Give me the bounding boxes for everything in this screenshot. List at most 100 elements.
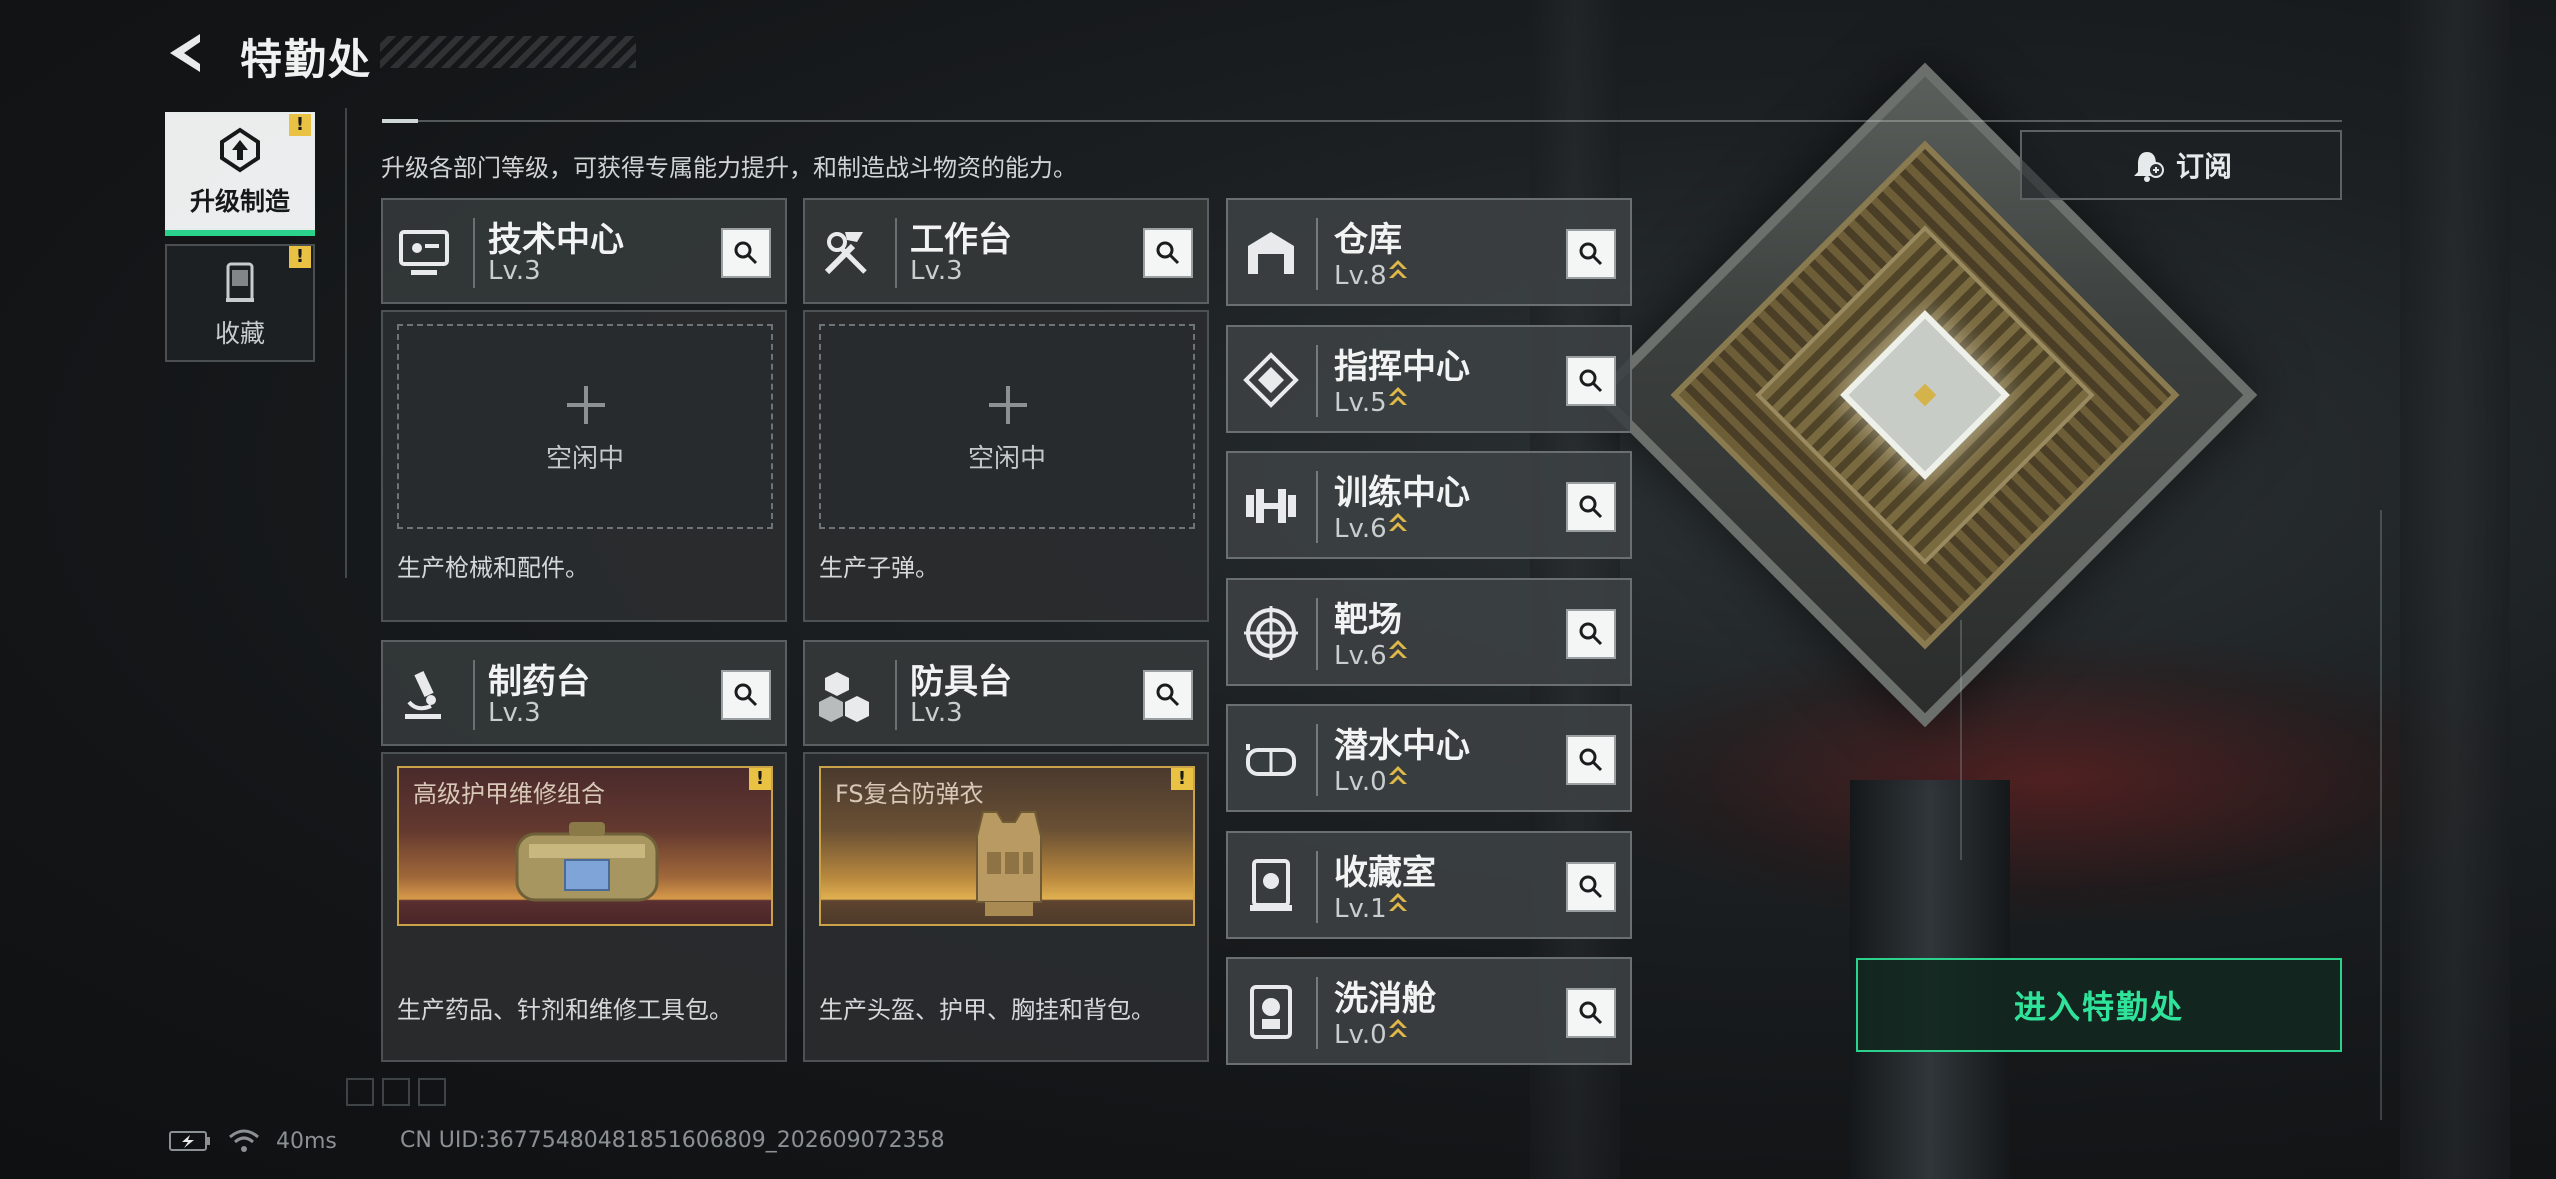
workbench-level: Lv.3 bbox=[488, 256, 541, 286]
nav-label: 升级制造 bbox=[189, 187, 290, 216]
battery-icon bbox=[169, 1131, 210, 1151]
ping-value: 40ms bbox=[276, 1128, 337, 1154]
page-title: 特勤处 bbox=[240, 35, 373, 84]
wifi-icon bbox=[229, 1129, 259, 1152]
room-card[interactable]: 收藏室 Lv.1 bbox=[1226, 830, 1632, 939]
room-card[interactable]: 潜水中心 Lv.0 bbox=[1226, 704, 1632, 812]
intro-text: 升级各部门等级，可获得专属能力提升，和制造战斗物资的能力。 bbox=[381, 154, 1077, 182]
search-button[interactable] bbox=[1566, 861, 1616, 912]
production-item[interactable]: FS复合防弹衣 ! bbox=[819, 766, 1195, 926]
search-icon bbox=[1156, 241, 1180, 265]
title-decoration bbox=[380, 36, 636, 68]
divider bbox=[382, 119, 2342, 123]
armor-repair-kit-icon bbox=[515, 822, 659, 902]
room-level: Lv.5 bbox=[1334, 385, 1409, 418]
workbench-tech-center[interactable]: 技术中心 Lv.3 bbox=[381, 198, 787, 304]
room-card[interactable]: 洗消舱 Lv.0 bbox=[1226, 957, 1632, 1065]
workbench-name: 工作台 bbox=[910, 220, 1012, 260]
room-level: Lv.1 bbox=[1334, 891, 1409, 924]
workbench-name: 技术中心 bbox=[488, 220, 624, 260]
workbench-desc: 生产头盔、护甲、胸挂和背包。 bbox=[819, 996, 1155, 1024]
enter-label: 进入特勤处 bbox=[2013, 988, 2184, 1026]
workbench-panel: 高级护甲维修组合 ! 生产药品、针剂和维修工具包。 bbox=[381, 752, 787, 1062]
decoration bbox=[346, 1078, 446, 1106]
search-button[interactable] bbox=[1143, 670, 1193, 720]
command-icon bbox=[1243, 351, 1299, 408]
search-button[interactable] bbox=[721, 670, 771, 720]
workbench-desc: 生产枪械和配件。 bbox=[397, 554, 589, 582]
upgrade-available-icon bbox=[1388, 1019, 1407, 1037]
workbench-desc: 生产子弹。 bbox=[819, 554, 939, 582]
workbench-level: Lv.3 bbox=[910, 698, 963, 728]
item-name: 高级护甲维修组合 bbox=[413, 780, 605, 808]
subscribe-button[interactable]: 订阅 bbox=[2020, 130, 2342, 200]
dumbbell-icon bbox=[1246, 489, 1296, 523]
user-uid: CN UID:3677548048185160680​9_20260907235… bbox=[400, 1128, 945, 1153]
workbench-panel: 空闲中 生产枪械和配件。 bbox=[381, 310, 787, 622]
plus-icon bbox=[989, 386, 1027, 424]
display-case-icon bbox=[1250, 858, 1292, 911]
workbench-armor[interactable]: 防具台 Lv.3 bbox=[803, 640, 1209, 746]
workbench-panel: 空闲中 生产子弹。 bbox=[803, 310, 1209, 622]
search-icon bbox=[1579, 622, 1603, 645]
room-name: 潜水中心 bbox=[1334, 726, 1470, 766]
nav-upgrade-craft[interactable]: ! 升级制造 bbox=[165, 112, 315, 236]
enter-secret-service-button[interactable]: 进入特勤处 bbox=[1856, 958, 2342, 1052]
room-level: Lv.0 bbox=[1334, 764, 1409, 797]
upgrade-available-icon bbox=[1388, 260, 1407, 278]
room-name: 仓库 bbox=[1334, 220, 1402, 260]
room-name: 训练中心 bbox=[1334, 473, 1470, 513]
room-name: 洗消舱 bbox=[1334, 979, 1436, 1019]
collection-icon bbox=[226, 262, 254, 302]
room-card[interactable]: 靶场 Lv.6 bbox=[1226, 577, 1632, 686]
back-arrow-icon[interactable] bbox=[162, 28, 212, 78]
search-button[interactable] bbox=[1566, 229, 1616, 279]
plus-icon bbox=[567, 386, 605, 424]
search-icon bbox=[1579, 242, 1603, 266]
room-name: 靶场 bbox=[1334, 599, 1402, 640]
decontamination-icon bbox=[1250, 985, 1292, 1039]
room-card[interactable]: 仓库 Lv.8 bbox=[1226, 198, 1632, 306]
alert-badge: ! bbox=[289, 114, 311, 136]
microscope-icon bbox=[405, 671, 441, 719]
search-icon bbox=[1156, 683, 1180, 707]
workbench-name: 防具台 bbox=[910, 662, 1012, 702]
nav-collection[interactable]: ! 收藏 bbox=[165, 244, 315, 362]
search-button[interactable] bbox=[1566, 988, 1616, 1038]
upgrade-available-icon bbox=[1388, 892, 1407, 911]
production-slot-empty[interactable]: 空闲中 bbox=[397, 324, 773, 529]
nav-label: 收藏 bbox=[214, 319, 265, 348]
search-icon bbox=[1579, 369, 1603, 392]
workbench-desc: 生产药品、针剂和维修工具包。 bbox=[397, 996, 733, 1024]
upgrade-icon bbox=[220, 127, 260, 173]
search-button[interactable] bbox=[1143, 228, 1193, 278]
workbench-pharmacy[interactable]: 制药台 Lv.3 bbox=[381, 640, 787, 746]
slot-status: 空闲中 bbox=[967, 444, 1046, 474]
room-level: Lv.6 bbox=[1334, 638, 1409, 671]
upgrade-available-icon bbox=[1388, 386, 1407, 405]
search-button[interactable] bbox=[1566, 608, 1616, 659]
alert-badge: ! bbox=[1171, 768, 1193, 790]
diving-mask-icon bbox=[1246, 744, 1296, 776]
room-card[interactable]: 指挥中心 Lv.5 bbox=[1226, 324, 1632, 433]
workbench-level: Lv.3 bbox=[910, 256, 963, 286]
bell-icon bbox=[2133, 152, 2164, 182]
search-button[interactable] bbox=[721, 228, 771, 278]
production-slot-empty[interactable]: 空闲中 bbox=[819, 324, 1195, 529]
workbench-workstation[interactable]: 工作台 Lv.3 bbox=[803, 198, 1209, 304]
slot-status: 空闲中 bbox=[545, 444, 624, 474]
search-button[interactable] bbox=[1566, 735, 1616, 785]
upgrade-available-icon bbox=[1388, 639, 1407, 658]
workbench-level: Lv.3 bbox=[488, 698, 541, 728]
search-icon bbox=[1579, 875, 1603, 898]
search-icon bbox=[734, 683, 758, 707]
production-item[interactable]: 高级护甲维修组合 ! bbox=[397, 766, 773, 926]
search-icon bbox=[1579, 748, 1603, 772]
search-button[interactable] bbox=[1566, 355, 1616, 406]
search-button[interactable] bbox=[1566, 482, 1616, 532]
workbench-panel: FS复合防弹衣 ! 生产头盔、护甲、胸挂和背包。 bbox=[803, 752, 1209, 1062]
room-card[interactable]: 训练中心 Lv.6 bbox=[1226, 451, 1632, 559]
room-level: Lv.0 bbox=[1334, 1017, 1409, 1050]
upgrade-available-icon bbox=[1388, 766, 1407, 784]
divider bbox=[345, 108, 347, 578]
